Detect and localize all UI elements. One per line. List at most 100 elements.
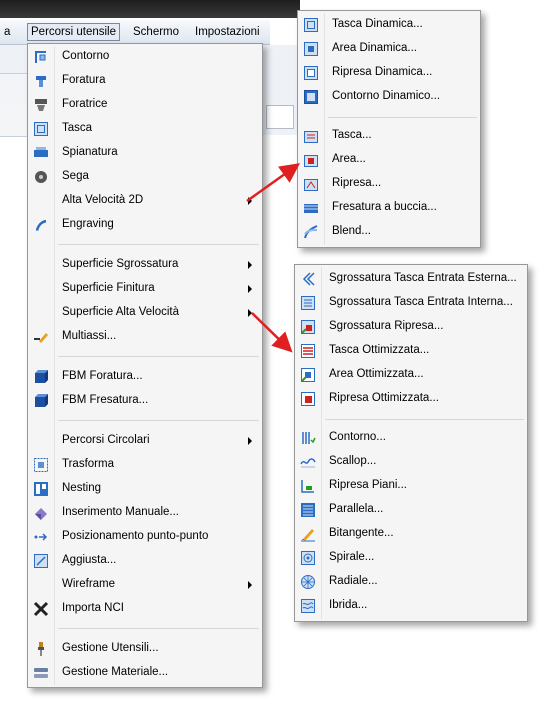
engraving-icon (33, 217, 49, 233)
optimized-rest-icon (300, 391, 316, 407)
import-nci-icon (33, 601, 49, 617)
menu-item-fresatura-buccia[interactable]: Fresatura a buccia... (300, 197, 478, 219)
menu-item-radiale[interactable]: Radiale... (297, 571, 525, 593)
menu-item-parallela[interactable]: Parallela... (297, 499, 525, 521)
menu-bar: a Percorsi utensile Schermo Impostazioni (0, 20, 270, 45)
menu-item-posizionamento[interactable]: Posizionamento punto-punto (30, 526, 260, 548)
menu-item-ripresa-2d[interactable]: Ripresa... (300, 173, 478, 195)
rough-pocket-inside-icon (300, 295, 316, 311)
menu-item-wireframe[interactable]: Wireframe (30, 574, 260, 596)
alta-velocita-2d-submenu: Tasca Dinamica... Area Dinamica... Ripre… (297, 10, 481, 248)
menu-item-ripresa-dinamica[interactable]: Ripresa Dinamica... (300, 62, 478, 84)
rest-hs-icon (303, 176, 319, 192)
dynamic-pocket-icon (303, 17, 319, 33)
menu-item-tasca-dinamica[interactable]: Tasca Dinamica... (300, 14, 478, 36)
submenu-arrow-icon (248, 261, 252, 269)
facing-icon (33, 145, 49, 161)
menu-item-superficie-alta-velocita[interactable]: Superficie Alta Velocità (30, 302, 260, 324)
menu-separator (58, 244, 259, 245)
pocket-icon (33, 121, 49, 137)
menu-item-importa-nci[interactable]: Importa NCI (30, 598, 260, 620)
dynamic-contour-icon (303, 89, 319, 105)
pocket-hs-icon (303, 128, 319, 144)
menu-item-area-dinamica[interactable]: Area Dinamica... (300, 38, 478, 60)
pencil-bitangent-icon (300, 526, 316, 542)
submenu-arrow-icon (248, 309, 252, 317)
menu-prev[interactable]: a (4, 24, 10, 40)
rough-rest-icon (300, 319, 316, 335)
menu-item-scallop[interactable]: Scallop... (297, 451, 525, 473)
fbm-mill-cube-icon (33, 393, 49, 409)
menu-separator (328, 117, 477, 118)
manual-entry-icon (33, 505, 49, 521)
point-to-point-icon (33, 529, 49, 545)
menu-item-contorno[interactable]: Contorno (30, 46, 260, 68)
menu-separator (58, 356, 259, 357)
transform-icon (33, 457, 49, 473)
menu-item-sega[interactable]: Sega (30, 166, 260, 188)
menu-item-blend[interactable]: Blend... (300, 221, 478, 243)
menu-item-inserimento-manuale[interactable]: Inserimento Manuale... (30, 502, 260, 524)
submenu-arrow-icon (248, 437, 252, 445)
area-hs-icon (303, 152, 319, 168)
menu-item-trasforma[interactable]: Trasforma (30, 454, 260, 476)
peel-mill-icon (303, 200, 319, 216)
blend-icon (303, 224, 319, 240)
menu-item-ripresa-ottimizzata[interactable]: Ripresa Ottimizzata... (297, 388, 525, 410)
menu-item-spirale[interactable]: Spirale... (297, 547, 525, 569)
menu-item-area-2d[interactable]: Area... (300, 149, 478, 171)
menu-item-ibrida[interactable]: Ibrida... (297, 595, 525, 617)
menu-item-fbm-fresatura[interactable]: FBM Fresatura... (30, 390, 260, 412)
menu-impostazioni[interactable]: Impostazioni (195, 24, 260, 40)
hybrid-icon (300, 598, 316, 614)
submenu-arrow-icon (248, 581, 252, 589)
menu-item-contorno-dinamico[interactable]: Contorno Dinamico... (300, 86, 478, 108)
menu-item-gestione-materiale[interactable]: Gestione Materiale... (30, 662, 260, 684)
superficie-alta-velocita-submenu: Sgrossatura Tasca Entrata Esterna... Sgr… (294, 264, 528, 622)
surface-contour-icon (300, 430, 316, 446)
menu-separator (58, 420, 259, 421)
submenu-arrow-icon (248, 285, 252, 293)
menu-item-percorsi-circolari[interactable]: Percorsi Circolari (30, 430, 260, 452)
menu-item-foratura[interactable]: Foratura (30, 70, 260, 92)
drill-press-icon (33, 97, 49, 113)
menu-item-sgross-esterna[interactable]: Sgrossatura Tasca Entrata Esterna... (297, 268, 525, 290)
menu-item-engraving[interactable]: Engraving (30, 214, 260, 236)
menu-item-aggiusta[interactable]: Aggiusta... (30, 550, 260, 572)
drill-icon (33, 73, 49, 89)
menu-item-gestione-utensili[interactable]: Gestione Utensili... (30, 638, 260, 660)
menu-item-alta-velocita-2d[interactable]: Alta Velocità 2D (30, 190, 260, 212)
menu-item-ripresa-piani[interactable]: Ripresa Piani... (297, 475, 525, 497)
menu-item-superficie-sgrossatura[interactable]: Superficie Sgrossatura (30, 254, 260, 276)
menu-item-tasca-ottimizzata[interactable]: Tasca Ottimizzata... (297, 340, 525, 362)
menu-item-sgross-interna[interactable]: Sgrossatura Tasca Entrata Interna... (297, 292, 525, 314)
menu-item-area-ottimizzata[interactable]: Area Ottimizzata... (297, 364, 525, 386)
menu-item-contorno-surf[interactable]: Contorno... (297, 427, 525, 449)
toolbar-fragment-right (262, 45, 298, 135)
menu-schermo[interactable]: Schermo (133, 24, 179, 40)
menu-item-fbm-foratura[interactable]: FBM Foratura... (30, 366, 260, 388)
menu-item-multiassi[interactable]: Multiassi... (30, 326, 260, 348)
menu-item-superficie-finitura[interactable]: Superficie Finitura (30, 278, 260, 300)
contour-icon (33, 49, 49, 65)
rough-pocket-outside-icon (300, 271, 316, 287)
spiral-icon (300, 550, 316, 566)
menu-item-bitangente[interactable]: Bitangente... (297, 523, 525, 545)
material-manager-icon (33, 665, 49, 681)
menu-item-tasca-2d[interactable]: Tasca... (300, 125, 478, 147)
window-titlebar (0, 0, 300, 18)
multiaxis-pencil-icon (33, 329, 49, 345)
menu-separator (58, 628, 259, 629)
dynamic-area-icon (303, 41, 319, 57)
menu-item-spianatura[interactable]: Spianatura (30, 142, 260, 164)
saw-blade-icon (33, 169, 49, 185)
menu-item-nesting[interactable]: Nesting (30, 478, 260, 500)
menu-percorsi-utensile[interactable]: Percorsi utensile (27, 23, 121, 41)
menu-item-foratrice[interactable]: Foratrice (30, 94, 260, 116)
tool-manager-icon (33, 641, 49, 657)
menu-item-sgross-ripresa[interactable]: Sgrossatura Ripresa... (297, 316, 525, 338)
toolbar-field (266, 105, 294, 129)
menu-item-tasca[interactable]: Tasca (30, 118, 260, 140)
dynamic-rest-icon (303, 65, 319, 81)
menu-separator (325, 419, 524, 420)
